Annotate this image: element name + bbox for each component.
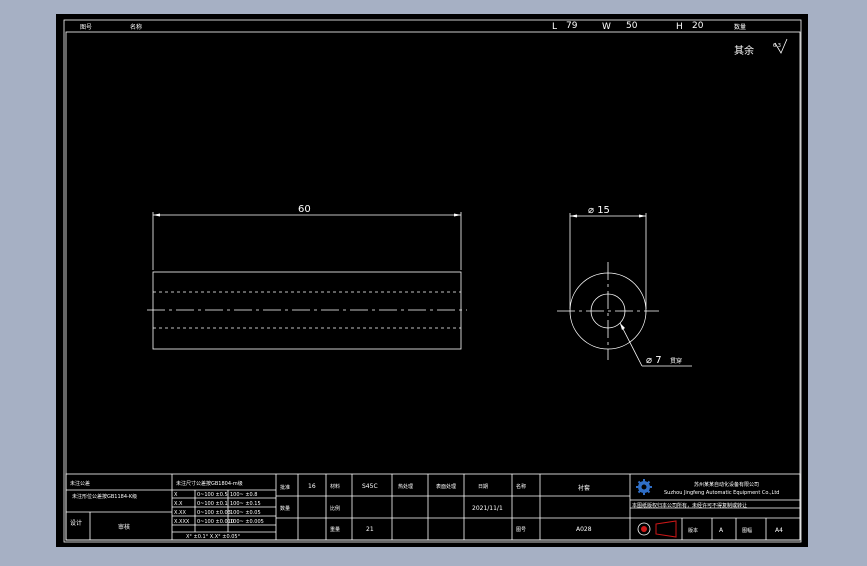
tol-row2-v2: 100~ ±0.15: [230, 501, 261, 507]
material-value: S45C: [362, 483, 378, 490]
surface-label: 表面处理: [436, 483, 456, 490]
company-note: 本图纸版权归本公司所有，未经许可不得复制或转让: [632, 502, 747, 509]
weight-label: 重量: [330, 526, 340, 533]
date-label: 日期: [478, 484, 488, 490]
hole-dimension: ⌀ 7: [646, 355, 662, 366]
tol-row3-v2: 100~ ±0.05: [230, 510, 261, 516]
roughness-value: 6.3: [773, 43, 781, 49]
tol-row1-v2: 100~ ±0.8: [230, 492, 257, 498]
designer-label: 设计: [70, 519, 82, 527]
header-h-label: H: [676, 22, 683, 32]
tol-header: 未注公差: [70, 480, 90, 487]
weight-value: 21: [366, 526, 374, 533]
company-name-en: Suzhou Jingfeng Automatic Equipment Co.,…: [664, 490, 779, 496]
partno-label: 图号: [516, 527, 526, 533]
drawing-canvas: 图号 名称 L 79 W 50 H 20 数量 其余 6.3 60 ⌀ 15 ⌀…: [56, 14, 808, 547]
cad-viewport[interactable]: 图号 名称 L 79 W 50 H 20 数量 其余 6.3 60 ⌀ 15 ⌀…: [0, 0, 867, 562]
tol-row1-key: X: [174, 492, 178, 498]
header-l-label: L: [552, 22, 557, 32]
part-number-value: A028: [576, 526, 592, 533]
tol-row3-key: X.XX: [174, 510, 186, 516]
part-name-value: 衬套: [578, 484, 590, 492]
checker-label: 审核: [118, 523, 130, 531]
tol-row2-key: X.X: [174, 501, 183, 507]
qty-value: 16: [308, 483, 316, 490]
diameter-dimension: ⌀ 15: [588, 205, 610, 216]
tol-row2-v1: 0~100 ±0.1: [197, 501, 228, 507]
header-item1: 图号: [80, 24, 92, 31]
tol-row4-v1: 0~100 ±0.010: [197, 519, 234, 525]
treatment-label: 热处理: [398, 483, 413, 490]
tol-row1-v1: 0~100 ±0.5: [197, 492, 228, 498]
tol-row3-v1: 0~100 ±0.03: [197, 510, 231, 516]
header-item2: 名称: [130, 23, 142, 31]
roughness-label: 其余: [734, 44, 754, 57]
scale-label: 比例: [330, 505, 340, 512]
tol-row4-key: X.XXX: [174, 519, 190, 525]
name-label: 名称: [516, 483, 526, 490]
header-w-label: W: [602, 22, 611, 32]
tol-row4-v2: 100~ ±0.005: [230, 519, 264, 525]
approver-label: 批准: [280, 484, 290, 491]
header-h-value: 20: [692, 21, 704, 31]
tol-note2: 未注形位公差按GB1184-K级: [72, 493, 137, 500]
date-value: 2021/11/1: [472, 505, 503, 512]
header-qty-label: 数量: [734, 23, 746, 31]
tol-note1: 未注尺寸公差按GB1804-m级: [176, 480, 243, 487]
hole-note: 贯穿: [670, 357, 682, 365]
length-dimension: 60: [298, 204, 311, 215]
version-label: 版本: [688, 527, 698, 534]
company-name-cn: 苏州某某自动化设备有限公司: [694, 481, 759, 488]
qty-label: 数量: [280, 505, 290, 512]
header-w-value: 50: [626, 21, 638, 31]
sheet-value: A4: [775, 527, 783, 534]
sheet-label: 图幅: [742, 527, 752, 534]
material-label: 材料: [330, 483, 340, 490]
angle-tol: X° ±0.1° X.X° ±0.05°: [186, 534, 241, 540]
drawing-sheet: [56, 14, 808, 547]
header-l-value: 79: [566, 21, 578, 31]
